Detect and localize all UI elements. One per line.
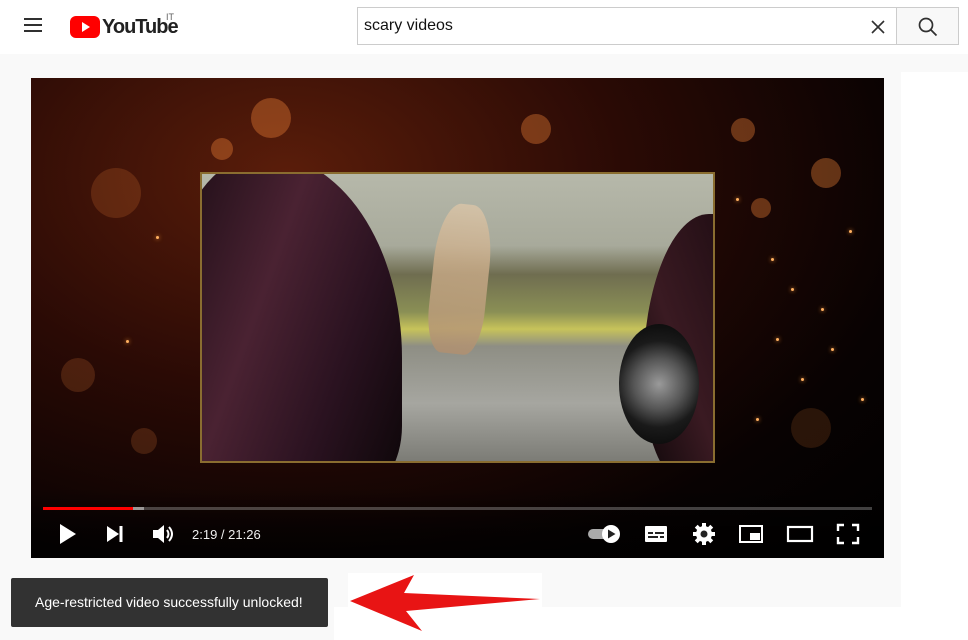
bokeh-light — [251, 98, 291, 138]
fullscreen-button[interactable] — [835, 522, 861, 546]
search-icon — [918, 17, 938, 37]
miniplayer-button[interactable] — [738, 522, 764, 546]
top-bar: YouTube IT — [0, 0, 968, 54]
progress-bar[interactable] — [43, 507, 872, 510]
clear-search-button[interactable] — [866, 15, 890, 39]
volume-icon — [153, 525, 173, 543]
spark — [771, 258, 774, 261]
time-display: 2:19 / 21:26 — [192, 527, 261, 542]
spark — [736, 198, 739, 201]
spark — [756, 418, 759, 421]
spark — [776, 338, 779, 341]
gear-icon — [693, 523, 715, 545]
bokeh-light — [61, 358, 95, 392]
youtube-play-logo-icon — [70, 16, 100, 38]
menu-icon[interactable] — [24, 16, 46, 38]
bokeh-light — [131, 428, 157, 454]
subtitles-button[interactable] — [643, 522, 669, 546]
car-left — [202, 174, 402, 461]
country-code: IT — [166, 12, 174, 22]
search-box — [357, 7, 896, 45]
play-button[interactable] — [55, 522, 79, 546]
bokeh-light — [211, 138, 233, 160]
theater-mode-icon — [786, 525, 814, 543]
spark — [801, 378, 804, 381]
skip-next-icon — [107, 526, 123, 542]
bokeh-light — [521, 114, 551, 144]
spark — [861, 398, 864, 401]
car-wheel — [619, 324, 699, 444]
next-button[interactable] — [103, 522, 127, 546]
autoplay-toggle[interactable] — [587, 522, 623, 546]
theater-mode-button[interactable] — [786, 522, 814, 546]
search-input[interactable] — [364, 16, 844, 36]
spark — [126, 340, 129, 343]
toast-message: Age-restricted video successfully unlock… — [35, 594, 303, 610]
bokeh-light — [811, 158, 841, 188]
progress-played — [43, 507, 134, 510]
settings-button[interactable] — [692, 522, 716, 546]
bokeh-light — [791, 408, 831, 448]
player-controls: 2:19 / 21:26 — [31, 488, 884, 558]
bokeh-light — [731, 118, 755, 142]
right-side-panel — [901, 72, 968, 640]
mute-button[interactable] — [150, 522, 176, 546]
play-icon — [60, 524, 76, 544]
bokeh-light — [751, 198, 771, 218]
video-player[interactable]: 2:19 / 21:26 — [31, 78, 884, 558]
spark — [156, 236, 159, 239]
video-frame-scene — [200, 172, 715, 463]
close-icon — [871, 20, 885, 34]
annotation-arrow — [348, 573, 542, 633]
miniplayer-icon — [739, 525, 763, 543]
youtube-logo[interactable]: YouTube IT — [70, 12, 179, 40]
spark — [791, 288, 794, 291]
spark — [849, 230, 852, 233]
spark — [831, 348, 834, 351]
autoplay-toggle-icon — [588, 525, 620, 543]
spark — [821, 308, 824, 311]
red-arrow-icon — [350, 575, 540, 631]
fullscreen-icon — [836, 523, 860, 545]
search-button[interactable] — [896, 7, 959, 45]
notification-toast: Age-restricted video successfully unlock… — [11, 578, 328, 627]
bokeh-light — [91, 168, 141, 218]
subtitles-icon — [645, 526, 667, 542]
figure-in-scene — [424, 201, 496, 357]
